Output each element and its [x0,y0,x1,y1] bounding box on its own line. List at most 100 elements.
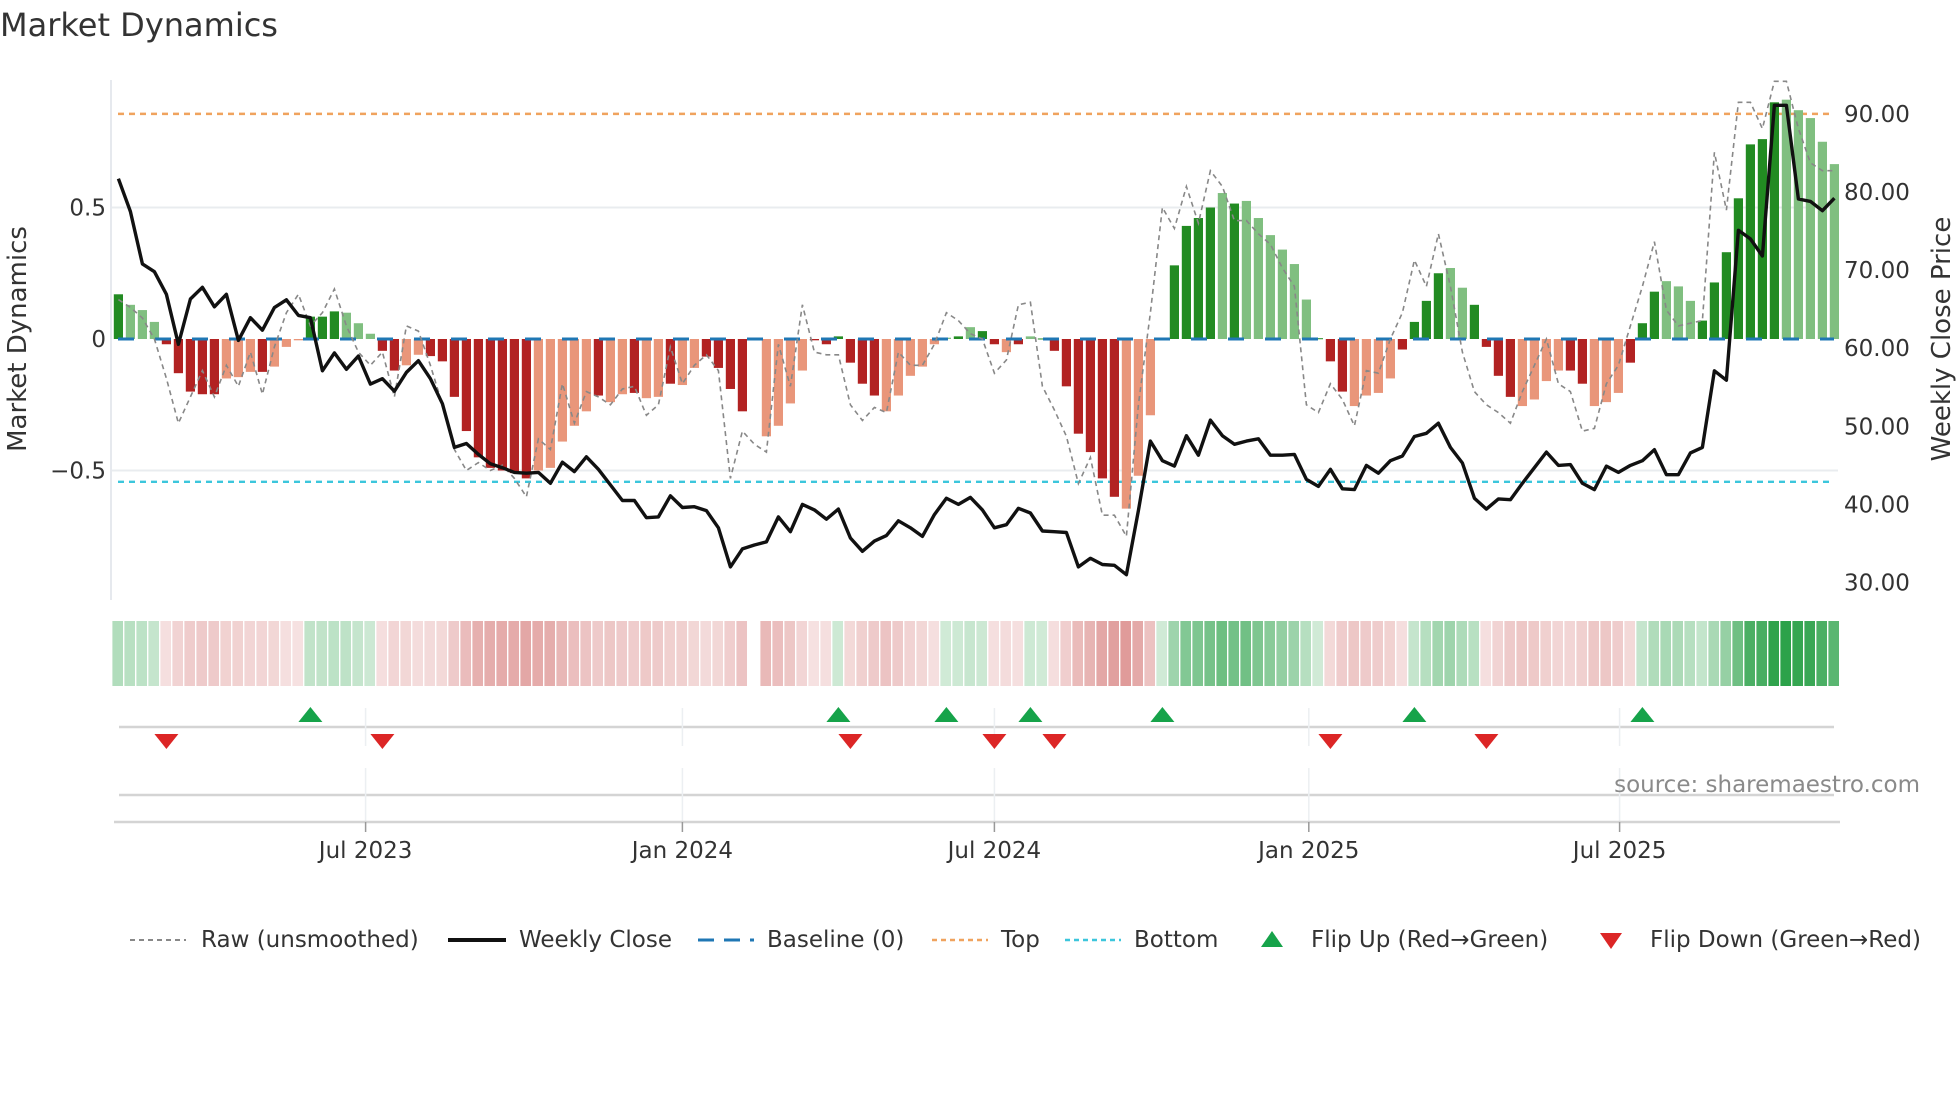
dynamics-bar [389,339,399,371]
dynamics-bar [893,339,903,396]
dynamics-bar [497,339,507,471]
dynamics-bar [1217,193,1227,339]
x-tick-label: Jan 2024 [630,838,733,864]
dynamics-bar [725,339,735,389]
strip-cell [1048,621,1059,686]
dynamics-bar [1301,299,1311,339]
y-tick-label: 0.5 [69,196,106,222]
strip-cell [568,621,579,686]
dynamics-bar [1061,339,1071,387]
strip-cell [364,621,375,686]
strip-cell [1312,621,1323,686]
legend-baseline-label: Baseline (0) [767,927,905,953]
strip-cell [388,621,399,686]
strip-cell [1600,621,1611,686]
strip-cell [844,621,855,686]
dynamics-bar [773,339,783,426]
strip-cell [1552,621,1563,686]
strip-cell [256,621,267,686]
dynamics-bar [737,339,747,412]
dynamics-bar [257,339,267,372]
strip-cell [448,621,459,686]
strip-cell [316,621,327,686]
strip-cell [1420,621,1431,686]
dynamics-bar [509,339,519,474]
bar-series [113,99,1839,509]
dynamics-bar [1025,336,1035,339]
legend-close-label: Weekly Close [519,927,672,953]
strip-cell [160,621,171,686]
strip-cell [136,621,147,686]
dynamics-bar [797,339,807,371]
dynamics-bar [1589,339,1599,407]
strip-cell [1324,621,1335,686]
strip-cell [1540,621,1551,686]
strip-cell [232,621,243,686]
y2-tick-label: 70.00 [1844,258,1910,284]
strip-cell [1264,621,1275,686]
strip-cell [352,621,363,686]
strip-cell [268,621,279,686]
dynamics-bar [245,339,255,372]
flip-down-marker [154,734,179,749]
legend-top-swatch [932,938,988,942]
dynamics-bar [209,339,219,395]
strip-cell [1780,621,1791,686]
dynamics-bar [1193,218,1203,339]
strip-cell [1756,621,1767,686]
dynamics-bar [1613,339,1623,393]
strip-cell [196,621,207,686]
strip-cell [376,621,387,686]
source-note: source: sharemaestro.com [1614,772,1920,798]
strip-cell [304,621,315,686]
strip-cell [640,621,651,686]
dynamics-bar [1325,339,1335,362]
dynamics-bar [1097,339,1107,479]
strip-cell [1096,621,1107,686]
strip-cell [400,621,411,686]
strip-cell [1768,621,1779,686]
y-tick-label: −0.5 [50,459,106,485]
dynamics-bar [857,339,867,384]
dynamics-bar [353,323,363,339]
dynamics-bar [317,316,327,339]
dynamics-bar [1505,339,1515,397]
dynamics-bar [617,339,627,395]
strip-cell [688,621,699,686]
dynamics-bar [1625,339,1635,363]
dynamics-bar [1469,304,1479,339]
strip-cell [1012,621,1023,686]
dynamics-bar [1121,339,1131,509]
flip-up-marker [298,707,323,722]
strip-cell [1180,621,1191,686]
dynamics-bar [1421,300,1431,339]
strip-cell [1696,621,1707,686]
strip-cell [1156,621,1167,686]
dynamics-bar [1433,273,1443,339]
strip-cell [328,621,339,686]
strip-cell [1192,621,1203,686]
dynamics-bar [785,339,795,404]
strip-cell [1132,621,1143,686]
strip-cell [916,621,927,686]
dynamics-bar [1289,264,1299,339]
strip-cell [1276,621,1287,686]
strip-cell [1672,621,1683,686]
strip-cell [580,621,591,686]
strip-cell [964,621,975,686]
strip-cell [208,621,219,686]
dynamics-bar [1637,323,1647,339]
strip-cell [772,621,783,686]
strip-cell [1072,621,1083,686]
strip-cell [472,621,483,686]
dynamics-bar [413,339,423,355]
strip-cell [496,621,507,686]
dynamics-bar [1409,321,1419,339]
strip-cell [1516,621,1527,686]
legend-flip-down-label: Flip Down (Green→Red) [1650,927,1921,953]
strip-cell [604,621,615,686]
strip-cell [1588,621,1599,686]
strip-cell [1624,621,1635,686]
strip-cell [1240,621,1251,686]
strip-cell [736,621,747,686]
